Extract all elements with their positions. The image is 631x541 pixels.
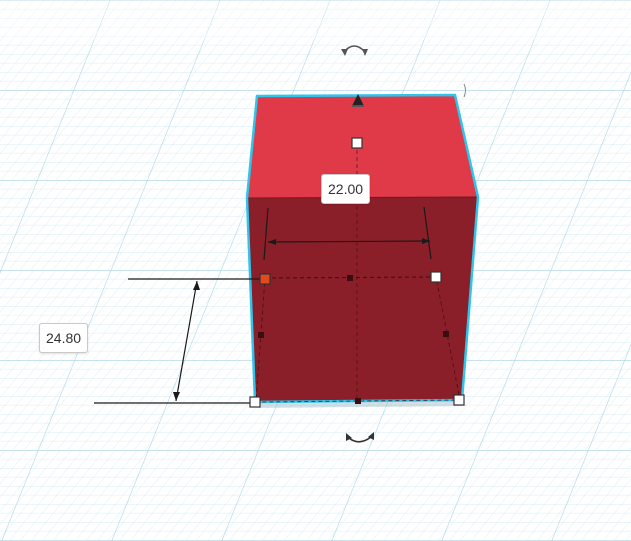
grid-fade xyxy=(0,0,631,40)
width-dimension-label[interactable]: 22.00 xyxy=(321,174,371,204)
box-front-face[interactable] xyxy=(247,197,478,402)
handle-center[interactable] xyxy=(347,275,353,281)
handle-side-right[interactable] xyxy=(443,331,449,337)
handle-corner-back-right[interactable] xyxy=(430,271,442,283)
handle-bottom-middle[interactable] xyxy=(355,398,361,404)
height-dimension-label[interactable]: 24.80 xyxy=(39,323,89,353)
handle-corner-back-left-active[interactable] xyxy=(259,273,271,285)
handle-top-center[interactable] xyxy=(351,137,363,149)
handle-corner-front-right[interactable] xyxy=(453,394,465,406)
handle-side-left[interactable] xyxy=(258,332,264,338)
handle-corner-front-left[interactable] xyxy=(249,396,261,408)
workplane-canvas[interactable] xyxy=(0,0,631,541)
